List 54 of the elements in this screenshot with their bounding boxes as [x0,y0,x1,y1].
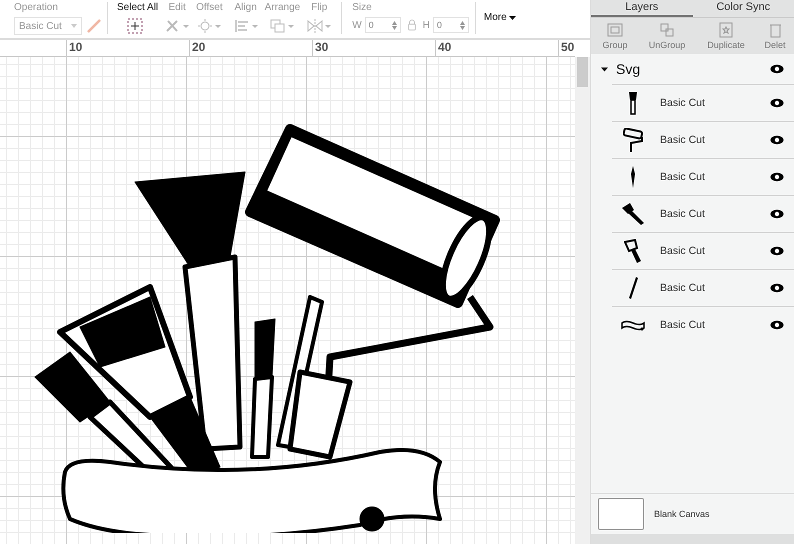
ruler-label: 10 [66,40,189,56]
ungroup-icon [659,22,675,38]
layer-name[interactable]: Basic Cut [660,134,770,146]
layer-thumbnail-icon [622,128,644,152]
panel-tab[interactable]: Color Sync [692,0,794,17]
ruler-label: 40 [435,40,558,56]
eye-icon[interactable] [770,246,784,256]
height-label: H [422,20,430,30]
eye-icon[interactable] [770,283,784,293]
caret-icon [508,16,516,20]
expand-caret-icon[interactable] [601,66,608,72]
layer-name[interactable]: Basic Cut [660,171,770,183]
layer-thumbnail-icon [621,202,645,226]
eye-icon[interactable] [770,98,784,108]
height-field[interactable]: 0 [432,17,469,33]
layer-name[interactable]: Basic Cut [660,319,770,331]
layer-thumbnail-icon [628,276,638,300]
eye-icon[interactable] [770,320,784,330]
canvas-swatch[interactable] [598,498,644,530]
more-menu-button[interactable]: More [482,12,518,23]
paintbrushes-and-roller-drawing[interactable] [34,124,500,533]
stepper-icon[interactable] [392,20,397,30]
width-label: W [352,20,362,30]
layer-name[interactable]: Basic Cut [660,282,770,294]
stepper-icon[interactable] [460,20,465,30]
align-icon [232,18,259,34]
ruler-label: 30 [312,40,435,56]
operation-label: Operation [14,2,59,14]
eye-icon[interactable] [770,172,784,182]
layer-thumbnail-icon [628,91,638,115]
group-icon [607,22,623,38]
edit-icon [164,18,190,34]
ruler-label: 20 [189,40,312,56]
caret-icon [71,24,77,28]
size-label: Size [352,2,373,14]
layer-thumbnail-icon [624,238,642,264]
layer-thumbnail-icon [630,165,636,189]
flip-icon [306,18,332,34]
eye-icon[interactable] [770,64,784,74]
scrollbar[interactable] [575,57,590,544]
width-field[interactable]: 0 [364,17,401,33]
toolbar-tool-button[interactable]: Select All [114,2,162,34]
layer-name[interactable]: Basic Cut [660,97,770,109]
blank-canvas-label: Blank Canvas [654,509,710,519]
layer-action-button[interactable]: Delet [757,22,793,50]
layer-group-name[interactable]: Svg [616,61,770,77]
offset-icon [196,18,222,34]
eye-icon[interactable] [770,209,784,219]
arrange-icon [269,18,296,34]
layer-name[interactable]: Basic Cut [660,245,770,257]
layer-name[interactable]: Basic Cut [660,208,770,220]
duplicate-icon [718,22,734,38]
eye-icon[interactable] [770,135,784,145]
layer-thumbnail-icon [621,319,645,331]
